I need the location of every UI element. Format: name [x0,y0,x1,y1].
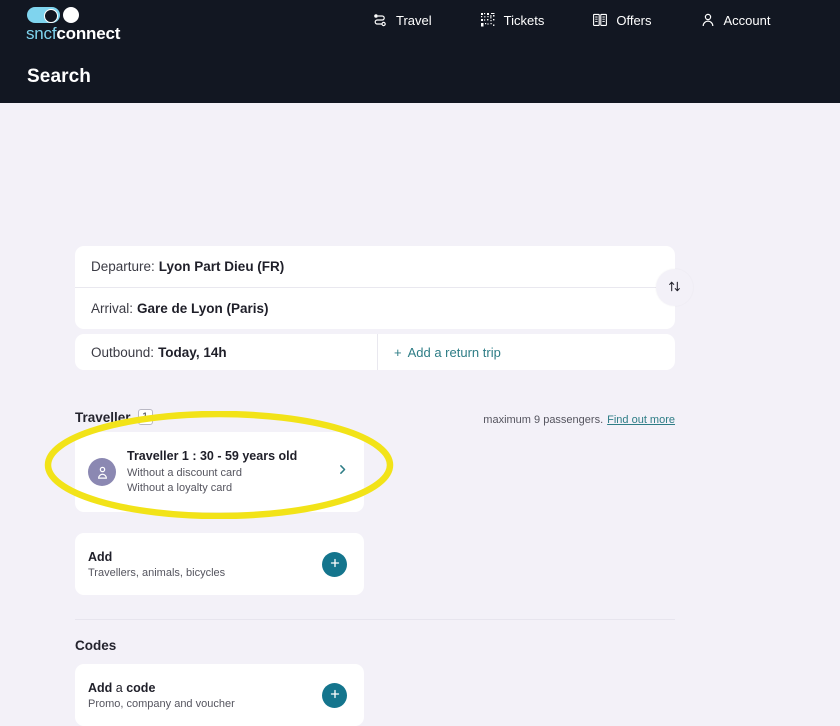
traveller-loyalty-card-status: Without a loyalty card [127,481,233,494]
brand-logo[interactable]: sncfconnect [26,6,120,44]
arrival-field[interactable]: Arrival: Gare de Lyon (Paris) [75,287,675,328]
max-passengers-text: maximum 9 passengers. [483,414,604,426]
nav-label-account: Account [723,12,771,28]
nav-item-tickets[interactable]: Tickets [480,12,545,28]
plus-sign-icon: + [394,344,402,360]
outbound-value: Today, 14h [158,344,227,360]
outbound-label: Outbound: [91,344,155,360]
main-navigation: Travel Tickets Offers Account [372,12,771,28]
add-return-trip-label: Add a return trip [407,344,501,360]
add-return-trip-button[interactable]: + Add a return trip [377,334,675,370]
chevron-right-icon[interactable] [336,463,351,481]
arrival-label: Arrival: [91,300,134,316]
code-title-bold-1: Add [88,680,113,695]
code-card-subtitle: Promo, company and voucher [88,697,235,710]
logo-dot-shape [63,6,79,23]
code-card-title: Add a code [88,681,322,695]
nav-label-travel: Travel [396,12,432,28]
app-header: sncfconnect Travel Tickets Offers Accoun… [0,0,840,103]
nav-item-offers[interactable]: Offers [592,12,652,28]
trip-stations-card: Departure: Lyon Part Dieu (FR) Arrival: … [75,246,693,329]
add-travellers-card[interactable]: Add Travellers, animals, bicycles [75,533,364,595]
arrival-value: Gare de Lyon (Paris) [137,300,269,316]
main-content: Departure: Lyon Part Dieu (FR) Arrival: … [0,103,840,726]
code-title-regular: a [112,680,127,695]
nav-label-tickets: Tickets [503,12,545,28]
codes-section-heading: Codes [75,638,117,653]
brand-text-sncf: sncf [26,24,57,43]
page-title: Search [27,66,91,87]
route-icon [372,12,388,28]
plus-icon [328,687,342,704]
add-code-card[interactable]: Add a code Promo, company and voucher [75,664,364,726]
departure-label: Departure: [91,259,155,274]
add-card-title: Add [88,549,113,564]
logo-pill-shape [27,6,60,23]
swap-vertical-icon [667,279,682,297]
traveller-count-badge: 1 [137,409,153,425]
section-divider [75,619,675,620]
add-travellers-button[interactable] [322,551,347,577]
traveller-card-title: Traveller 1 : 30 - 59 years old [127,448,298,463]
departure-value: Lyon Part Dieu (FR) [158,259,285,274]
add-code-button[interactable] [322,682,347,708]
nav-item-account[interactable]: Account [700,12,771,28]
brand-wordmark: sncfconnect [26,24,120,44]
traveller-card-texts: Traveller 1 : 30 - 59 years old Without … [127,449,336,496]
person-icon [700,12,716,28]
departure-field[interactable]: Departure: Lyon Part Dieu (FR) [75,246,675,287]
traveller-section-heading: Traveller 1 [75,409,153,425]
swap-stations-button[interactable] [656,269,693,306]
traveller-discount-card-status: Without a discount card [127,466,242,479]
code-card-texts: Add a code Promo, company and voucher [88,681,322,710]
brand-text-connect: connect [56,24,121,43]
nav-label-offers: Offers [616,12,652,28]
code-title-bold-2: code [126,680,156,695]
nav-item-travel[interactable]: Travel [372,12,432,28]
add-card-texts: Add Travellers, animals, bicycles [88,550,322,579]
traveller-heading-label: Traveller [75,409,131,425]
trip-date-card: Outbound: Today, 14h + Add a return trip [75,334,675,370]
traveller-card[interactable]: Traveller 1 : 30 - 59 years old Without … [75,432,364,512]
outbound-field[interactable]: Outbound: Today, 14h [75,334,377,370]
person-avatar-icon [88,458,116,486]
add-card-subtitle: Travellers, animals, bicycles [88,566,226,579]
qr-code-icon [480,12,496,28]
plus-icon [328,556,342,573]
book-icon [592,12,608,28]
max-passengers-note: maximum 9 passengers. Find out more [483,414,675,426]
toggle-logo-icon [27,6,120,23]
find-out-more-link[interactable]: Find out more [607,414,675,426]
